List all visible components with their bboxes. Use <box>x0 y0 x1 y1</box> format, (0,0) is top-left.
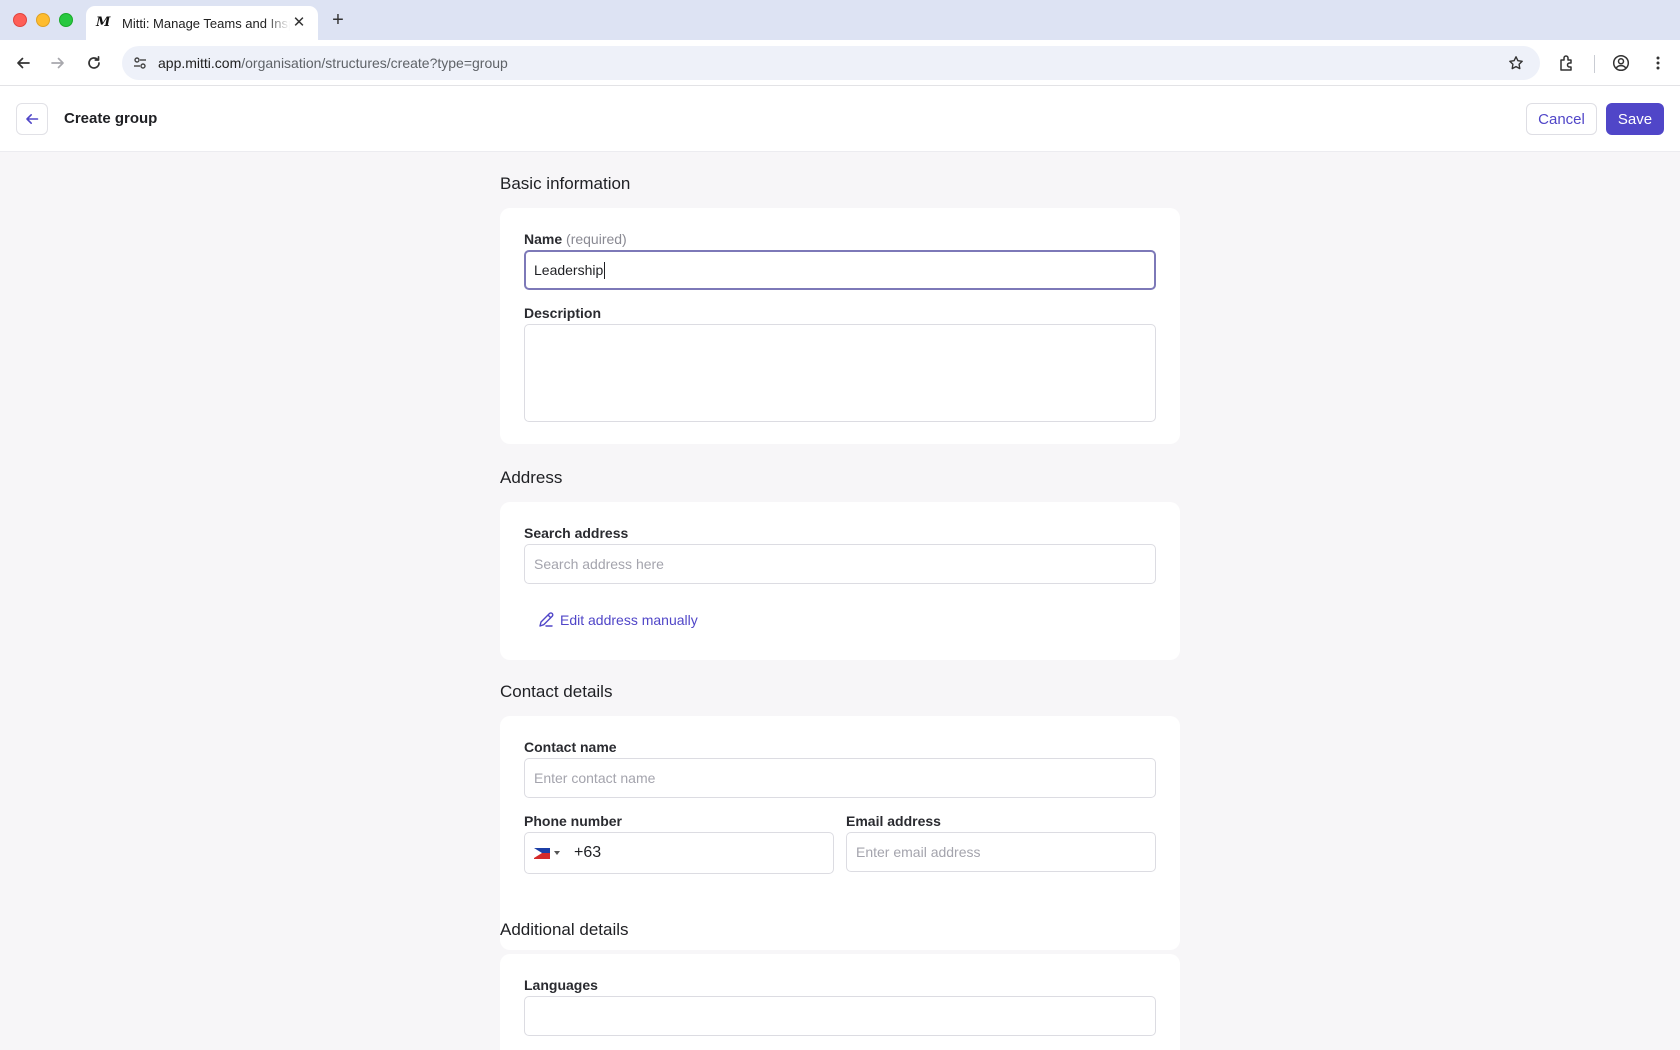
browser-titlebar: M Mitti: Manage Teams and Inspections ✕ … <box>0 0 1680 40</box>
window-minimize-button[interactable] <box>36 13 50 27</box>
bookmark-star-icon[interactable] <box>1506 53 1526 73</box>
browser-menu-icon[interactable] <box>1645 50 1671 76</box>
window-close-button[interactable] <box>13 13 27 27</box>
address-bar[interactable]: app.mitti.com/organisation/structures/cr… <box>122 46 1540 80</box>
arrow-left-icon <box>26 114 39 124</box>
contact-name-label: Contact name <box>524 739 617 755</box>
arrow-left-icon <box>17 57 30 69</box>
reload-icon <box>88 55 100 69</box>
section-title-additional: Additional details <box>500 920 629 939</box>
email-address-input[interactable]: Enter email address <box>846 832 1156 872</box>
description-label: Description <box>524 305 602 321</box>
search-address-label: Search address <box>524 525 629 541</box>
phone-number-input[interactable]: +63 <box>524 832 834 874</box>
page-title: Create group <box>64 110 158 127</box>
back-button[interactable] <box>16 103 48 135</box>
phone-number-label: Phone number <box>524 813 623 829</box>
card-additional-details: Languages <box>500 954 1180 1050</box>
section-title-address: Address <box>500 468 563 487</box>
browser-back-button[interactable] <box>10 50 36 76</box>
form-content: Basic information Name (required) Leader… <box>0 152 1680 1050</box>
card-contact-details: Contact name Enter contact name Phone nu… <box>500 716 1180 950</box>
tab-close-icon[interactable]: ✕ <box>290 14 308 32</box>
cancel-button[interactable]: Cancel <box>1526 103 1597 135</box>
pencil-icon <box>537 611 555 629</box>
extensions-icon[interactable] <box>1554 50 1580 76</box>
url-text: app.mitti.com/organisation/structures/cr… <box>158 55 508 71</box>
section-title-basic: Basic information <box>500 174 631 193</box>
app-header: Create group Cancel Save <box>0 86 1680 152</box>
card-address: Search address Search address here <box>500 502 1180 660</box>
site-settings-icon[interactable] <box>128 51 152 75</box>
languages-label: Languages <box>524 977 598 993</box>
email-address-label: Email address <box>846 813 941 829</box>
mitti-favicon-icon: M <box>96 15 111 30</box>
new-tab-button[interactable]: + <box>328 8 348 32</box>
save-button[interactable]: Save <box>1606 103 1664 135</box>
country-dropdown-chevron-icon[interactable] <box>554 851 560 855</box>
browser-tab-active[interactable]: M Mitti: Manage Teams and Inspections ✕ <box>86 6 318 40</box>
tab-title: Mitti: Manage Teams and Inspections <box>122 15 290 31</box>
name-label: Name (required) <box>524 231 627 247</box>
section-title-contact: Contact details <box>500 682 613 701</box>
toolbar-separator <box>1594 55 1595 73</box>
name-input[interactable]: Leadership <box>524 250 1156 290</box>
philippines-flag-icon[interactable] <box>534 847 550 859</box>
arrow-right-icon <box>51 57 64 69</box>
languages-input[interactable] <box>524 996 1156 1036</box>
browser-forward-button[interactable] <box>45 50 71 76</box>
contact-name-input[interactable]: Enter contact name <box>524 758 1156 798</box>
card-basic-information: Name (required) Leadership Description <box>500 208 1180 444</box>
window-zoom-button[interactable] <box>59 13 73 27</box>
search-address-input[interactable]: Search address here <box>524 544 1156 584</box>
text-caret <box>604 261 606 279</box>
profile-avatar-icon[interactable] <box>1608 50 1634 76</box>
browser-reload-button[interactable] <box>81 50 107 76</box>
browser-toolbar: app.mitti.com/organisation/structures/cr… <box>0 40 1680 86</box>
edit-address-manually-link[interactable]: Edit address manually <box>537 611 698 629</box>
description-textarea[interactable] <box>524 324 1156 422</box>
